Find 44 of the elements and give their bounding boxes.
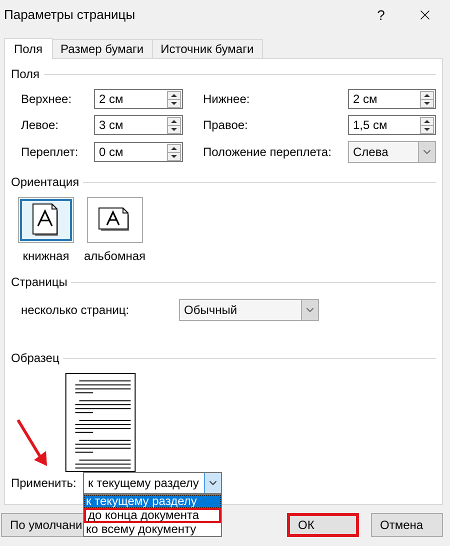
help-button[interactable]: ? xyxy=(366,4,396,26)
tab[interactable]: Источник бумаги xyxy=(152,39,263,58)
spinner-icon[interactable] xyxy=(167,144,181,160)
dropdown-option[interactable]: к текущему разделу xyxy=(84,495,221,508)
chevron-down-icon xyxy=(301,300,318,320)
field-label: Переплет: xyxy=(21,144,80,161)
section-heading: Поля xyxy=(11,66,40,83)
tab[interactable]: Поля xyxy=(4,38,53,59)
dropdown-field[interactable]: Обычный xyxy=(179,299,319,321)
orientation-option[interactable] xyxy=(86,197,143,243)
cancel-button[interactable]: Отмена xyxy=(371,513,443,537)
field-label: несколько страниц: xyxy=(21,302,130,319)
spin-field[interactable]: 2 см xyxy=(348,89,436,109)
spinner-icon[interactable] xyxy=(420,116,434,134)
spin-field[interactable]: 2 см xyxy=(94,89,183,109)
dropdown-option[interactable]: до конца документа xyxy=(84,508,221,523)
spin-field[interactable]: 3 см xyxy=(94,115,183,135)
spin-field[interactable]: 0 см xyxy=(94,142,183,162)
orientation-option[interactable] xyxy=(18,197,74,243)
landscape-page-icon xyxy=(98,207,132,233)
field-label: Правое: xyxy=(203,117,249,134)
spinner-icon[interactable] xyxy=(420,90,434,108)
section-heading: Ориентация xyxy=(11,174,80,191)
dropdown-field[interactable]: Слева xyxy=(348,141,436,163)
spinner-icon[interactable] xyxy=(167,90,181,108)
section-heading: Страницы xyxy=(11,274,68,291)
chevron-down-icon xyxy=(418,142,435,162)
window-title: Параметры страницы xyxy=(4,6,136,24)
portrait-page-icon xyxy=(32,203,60,237)
arrow-annotation xyxy=(15,418,49,468)
field-label: Нижнее: xyxy=(203,91,251,108)
field-label: Левое: xyxy=(21,117,60,134)
field-label: Применить: xyxy=(11,475,78,492)
field-label: Положение переплета: xyxy=(203,144,332,161)
chevron-down-icon xyxy=(204,473,221,493)
dropdown-field[interactable]: к текущему разделу xyxy=(83,472,222,494)
ok-button[interactable]: ОК xyxy=(287,513,359,537)
tab[interactable]: Размер бумаги xyxy=(52,39,153,58)
spinner-icon[interactable] xyxy=(167,116,181,134)
spin-field[interactable]: 1,5 см xyxy=(348,115,436,135)
orientation-label: книжная xyxy=(22,248,70,265)
orientation-label: альбомная xyxy=(84,248,146,265)
section-heading: Образец xyxy=(11,350,60,367)
field-label: Верхнее: xyxy=(21,91,73,108)
